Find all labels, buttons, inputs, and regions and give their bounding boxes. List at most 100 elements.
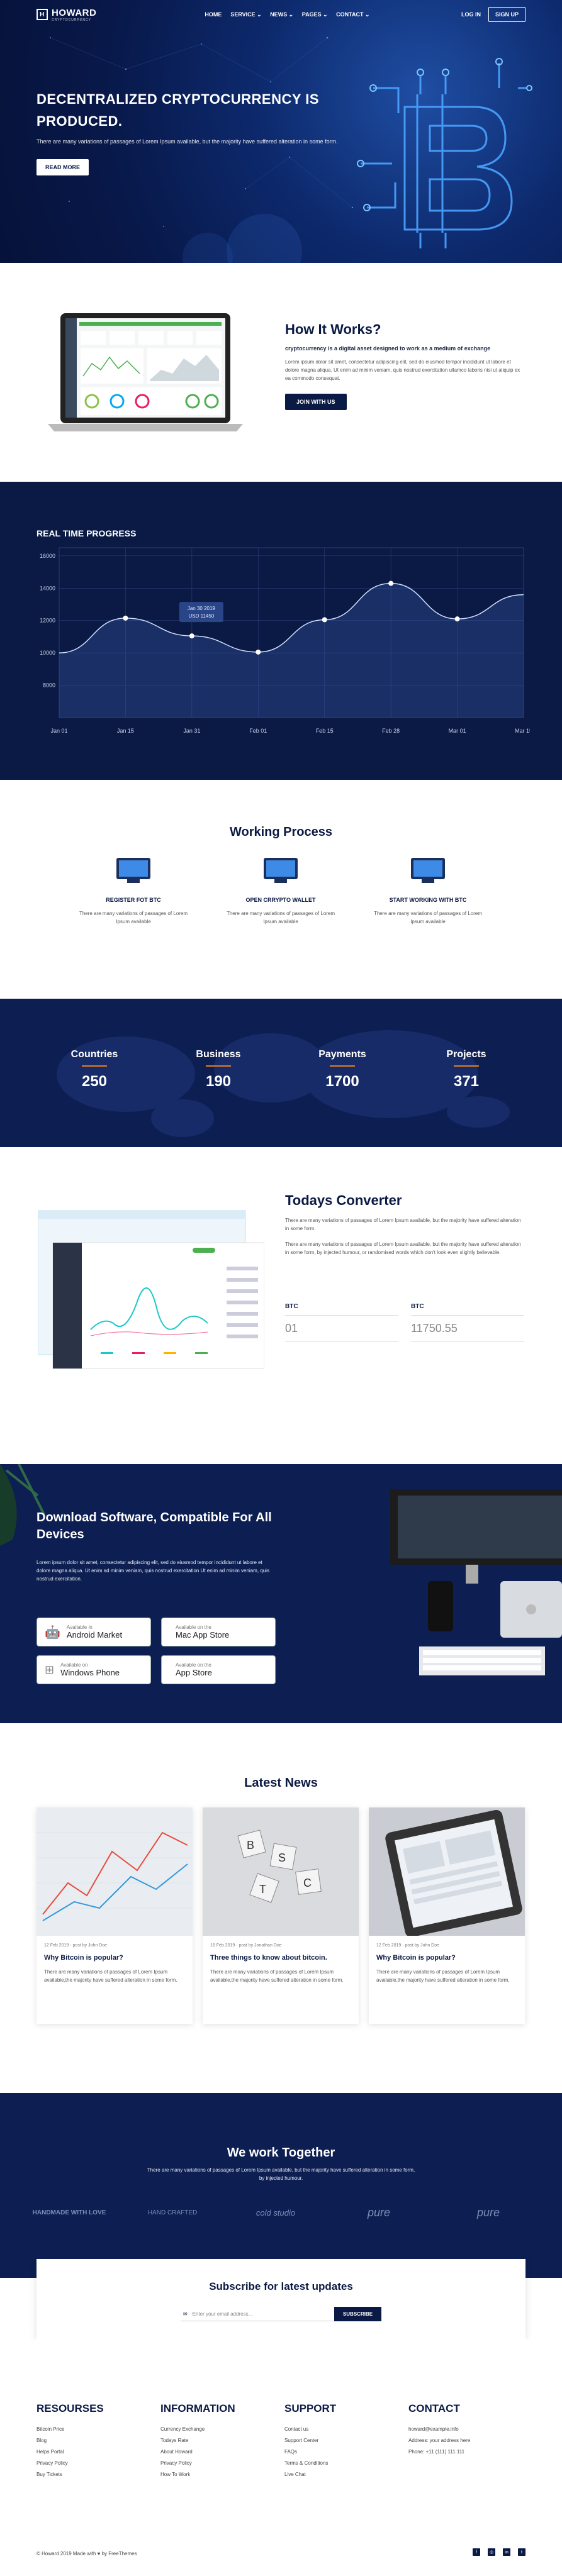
desk-devices-image xyxy=(0,1464,562,1675)
footer-link[interactable]: Support Center xyxy=(284,2438,398,2443)
news-card-title[interactable]: Three things to know about bitcoin. xyxy=(210,1954,351,1962)
read-more-button[interactable]: READ MORE xyxy=(37,159,89,175)
from-currency-select[interactable]: BTC xyxy=(285,1303,398,1316)
envelope-icon: ✉ xyxy=(183,2311,188,2317)
footer-link[interactable]: Currency Exchange xyxy=(160,2426,274,2432)
store-name: Windows Phone xyxy=(60,1668,120,1677)
footer-heading: RESOURSES xyxy=(37,2402,104,2414)
process-step-text: There are many variations of passages of… xyxy=(226,911,335,924)
hero-title: DECENTRALIZED CRYPTOCURRENCY IS PRODUCED… xyxy=(37,91,320,129)
contact-email[interactable]: howard@example.info xyxy=(408,2426,522,2432)
process-step: START WORKING WITH BTC There are many va… xyxy=(359,858,497,926)
email-placeholder: Enter your email address... xyxy=(192,2311,253,2317)
download-title: Download Software, Compatible For All De… xyxy=(37,1511,272,1541)
progress-chart: 8000 10000 12000 14000 16000 Jan 01 Jan 15 Jan … xyxy=(40,547,530,734)
how-it-works-section: How It Works? cryptocurrency is a digita… xyxy=(0,263,562,482)
store-small-label: Available in xyxy=(66,1624,93,1630)
y-tick-label: 8000 xyxy=(43,682,55,689)
windows-phone-button[interactable]: ⊞ Available on Windows Phone xyxy=(37,1655,151,1684)
footer-link[interactable]: Helps Portal xyxy=(37,2449,150,2455)
twitter-icon[interactable]: t xyxy=(518,2548,525,2556)
footer-link[interactable]: Bitcoin Price xyxy=(37,2426,150,2432)
footer-link[interactable]: Contact us xyxy=(284,2426,398,2432)
svg-text:T: T xyxy=(259,1883,266,1896)
footer-link[interactable]: Privacy Policy xyxy=(160,2460,274,2466)
logo-icon: H xyxy=(37,9,48,20)
footer-link[interactable]: Terms & Conditions xyxy=(284,2460,398,2466)
news-card-text: There are many variations of passages of… xyxy=(44,1969,177,1983)
join-button[interactable]: JOIN WITH US xyxy=(285,394,347,410)
android-market-button[interactable]: 🤖 Available in Android Market xyxy=(37,1618,151,1646)
chart-tooltip xyxy=(179,602,223,623)
to-amount-output: 11750.55 xyxy=(411,1316,524,1342)
x-tick-label: Mar 01 xyxy=(449,728,466,734)
footer-link[interactable]: Buy Tickets xyxy=(37,2472,150,2477)
subscribe-button[interactable]: SUBSCRIBE xyxy=(334,2307,382,2321)
footer-link[interactable]: How To Work xyxy=(160,2472,274,2477)
subscribe-title: Subscribe for latest updates xyxy=(209,2280,353,2292)
from-amount-input[interactable]: 01 xyxy=(285,1316,398,1342)
facebook-icon[interactable]: f xyxy=(473,2548,480,2556)
how-title: How It Works? xyxy=(285,321,381,337)
instagram-icon[interactable]: ◎ xyxy=(488,2548,495,2556)
tooltip-value: USD 11450 xyxy=(188,613,214,619)
footer-link[interactable]: Blog xyxy=(37,2438,150,2443)
download-text: Lorem ipsum dolor sit amet, consectetur … xyxy=(37,1560,269,1582)
converter-title: Todays Converter xyxy=(285,1192,402,1208)
news-image-dice: B S C T xyxy=(203,1807,359,1936)
subscribe-form: ✉ Enter your email address... SUBSCRIBE xyxy=(37,2307,525,2321)
counter-payments: Payments 1700 xyxy=(305,1049,380,1091)
menu-item-news[interactable]: NEWS ⌄ xyxy=(270,11,293,18)
menu-item-home[interactable]: HOME xyxy=(205,11,222,18)
partner-logo: HAND CRAFTED xyxy=(147,2209,198,2216)
app-store-button[interactable]: Available on the App Store xyxy=(161,1655,276,1684)
footer: RESOURSES Bitcoin Price Blog Helps Porta… xyxy=(0,2340,562,2576)
chevron-down-icon: ⌄ xyxy=(364,11,370,18)
news-card-title[interactable]: Why Bitcoin is popular? xyxy=(376,1954,517,1962)
mac-app-store-button[interactable]: Available on the Mac App Store xyxy=(161,1618,276,1646)
logo-subtext: CRYPTOCURRENCY xyxy=(52,18,91,22)
store-small-label: Available on the xyxy=(176,1662,211,1668)
data-point xyxy=(256,649,261,655)
data-point xyxy=(123,615,128,621)
login-link[interactable]: LOG IN xyxy=(461,11,481,18)
partner-logo: HANDMADE WITH LOVE xyxy=(32,2209,106,2216)
how-lead: cryptocurrency is a digital asset design… xyxy=(285,345,491,352)
monitor-icon xyxy=(264,858,298,883)
windows-icon: ⊞ xyxy=(45,1663,55,1676)
x-tick-label: Jan 15 xyxy=(117,728,134,734)
store-small-label: Available on the xyxy=(176,1624,211,1630)
store-name: Mac App Store xyxy=(176,1630,230,1640)
news-card[interactable]: BSCT 16 Feb 2019 · post by Jonathan Doe … xyxy=(203,1807,359,2024)
to-currency-select[interactable]: BTC xyxy=(411,1303,524,1316)
footer-link[interactable]: About Howard xyxy=(160,2449,274,2455)
converter-section: Todays Converter There are many variatio… xyxy=(0,1147,562,1464)
email-field[interactable]: ✉ Enter your email address... xyxy=(180,2307,334,2321)
footer-heading: CONTACT xyxy=(408,2402,460,2414)
process-step-text: There are many variations of passages of… xyxy=(373,911,483,924)
news-card[interactable]: 12 Feb 2019 · post by John Doe Why Bitco… xyxy=(369,1807,525,2024)
x-tick-label: Mar 15 xyxy=(515,728,530,734)
android-icon: 🤖 xyxy=(45,1625,60,1640)
footer-link[interactable]: Live Chat xyxy=(284,2472,398,2477)
store-small-label: Available on xyxy=(60,1662,88,1668)
logo[interactable]: H HOWARD CRYPTOCURRENCY xyxy=(37,8,96,22)
footer-link[interactable]: Privacy Policy xyxy=(37,2460,150,2466)
chevron-down-icon: ⌄ xyxy=(288,11,293,18)
linkedin-icon[interactable]: in xyxy=(503,2548,510,2556)
process-step: OPEN CRRYPTO WALLET There are many varia… xyxy=(211,858,350,926)
footer-link[interactable]: FAQs xyxy=(284,2449,398,2455)
menu-item-contact[interactable]: CONTACT ⌄ xyxy=(336,11,369,18)
menu-item-pages[interactable]: PAGES ⌄ xyxy=(302,11,327,18)
converter-text-1: There are many variations of passages of… xyxy=(285,1218,521,1231)
contact-address: Address: your address here xyxy=(408,2438,471,2443)
signup-button[interactable]: SIGN UP xyxy=(488,7,525,22)
counter-label: Business xyxy=(196,1049,241,1060)
footer-link[interactable]: Todays Rate xyxy=(160,2438,274,2443)
news-card[interactable]: 12 Feb 2019 · post by John Doe Why Bitco… xyxy=(37,1807,193,2024)
download-section: Download Software, Compatible For All De… xyxy=(0,1464,562,1723)
menu-item-service[interactable]: SERVICE ⌄ xyxy=(230,11,261,18)
news-card-title[interactable]: Why Bitcoin is popular? xyxy=(44,1954,185,1962)
data-point xyxy=(322,617,327,623)
news-section: Latest News 12 Feb 2019 · post by John D… xyxy=(0,1723,562,2093)
